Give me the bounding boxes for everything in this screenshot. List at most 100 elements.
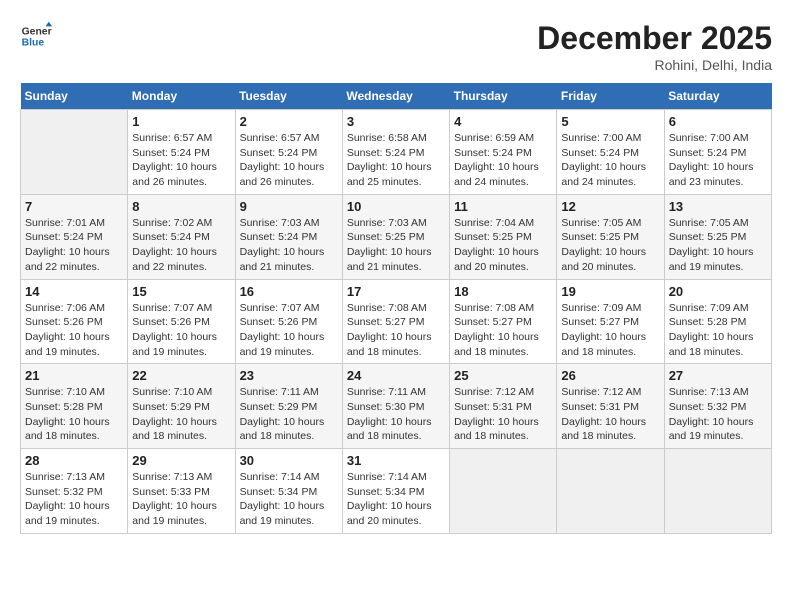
day-info: Sunrise: 7:07 AMSunset: 5:26 PMDaylight:… <box>240 301 338 360</box>
day-number: 24 <box>347 368 445 383</box>
day-number: 15 <box>132 284 230 299</box>
logo: General Blue <box>20 20 52 52</box>
calendar-cell: 29 Sunrise: 7:13 AMSunset: 5:33 PMDayligh… <box>128 449 235 534</box>
day-info: Sunrise: 7:09 AMSunset: 5:27 PMDaylight:… <box>561 301 659 360</box>
title-section: December 2025 Rohini, Delhi, India <box>537 20 772 73</box>
day-info: Sunrise: 7:10 AMSunset: 5:28 PMDaylight:… <box>25 385 123 444</box>
calendar-cell: 12Sunrise: 7:05 AMSunset: 5:25 PMDayligh… <box>557 194 664 279</box>
calendar-cell: 5 Sunrise: 7:00 AMSunset: 5:24 PMDaylight… <box>557 110 664 195</box>
day-info: Sunrise: 7:08 AMSunset: 5:27 PMDaylight:… <box>347 301 445 360</box>
calendar-week-5: 28 Sunrise: 7:13 AMSunset: 5:32 PMDayligh… <box>21 449 772 534</box>
calendar-cell: 25 Sunrise: 7:12 AMSunset: 5:31 PMDayligh… <box>450 364 557 449</box>
calendar-cell: 9Sunrise: 7:03 AMSunset: 5:24 PMDaylight… <box>235 194 342 279</box>
day-number: 25 <box>454 368 552 383</box>
calendar-cell: 8 Sunrise: 7:02 AMSunset: 5:24 PMDaylight… <box>128 194 235 279</box>
calendar-cell: 21 Sunrise: 7:10 AMSunset: 5:28 PMDayligh… <box>21 364 128 449</box>
calendar-header-row: Sunday Monday Tuesday Wednesday Thursday… <box>21 83 772 110</box>
day-info: Sunrise: 7:12 AMSunset: 5:31 PMDaylight:… <box>454 385 552 444</box>
day-info: Sunrise: 7:00 AMSunset: 5:24 PMDaylight:… <box>669 131 767 190</box>
calendar-cell: 30 Sunrise: 7:14 AMSunset: 5:34 PMDayligh… <box>235 449 342 534</box>
calendar-cell: 18Sunrise: 7:08 AMSunset: 5:27 PMDayligh… <box>450 279 557 364</box>
day-info: Sunrise: 7:14 AMSunset: 5:34 PMDaylight:… <box>240 470 338 529</box>
day-number: 5 <box>561 114 659 129</box>
calendar-cell: 17Sunrise: 7:08 AMSunset: 5:27 PMDayligh… <box>342 279 449 364</box>
day-number: 1 <box>132 114 230 129</box>
day-number: 21 <box>25 368 123 383</box>
calendar-week-2: 7Sunrise: 7:01 AMSunset: 5:24 PMDaylight… <box>21 194 772 279</box>
day-number: 26 <box>561 368 659 383</box>
day-number: 10 <box>347 199 445 214</box>
day-info: Sunrise: 7:10 AMSunset: 5:29 PMDaylight:… <box>132 385 230 444</box>
day-number: 8 <box>132 199 230 214</box>
day-number: 4 <box>454 114 552 129</box>
calendar-cell: 6 Sunrise: 7:00 AMSunset: 5:24 PMDaylight… <box>664 110 771 195</box>
day-info: Sunrise: 7:04 AMSunset: 5:25 PMDaylight:… <box>454 216 552 275</box>
calendar-cell: 15 Sunrise: 7:07 AMSunset: 5:26 PMDayligh… <box>128 279 235 364</box>
day-info: Sunrise: 7:11 AMSunset: 5:30 PMDaylight:… <box>347 385 445 444</box>
day-number: 29 <box>132 453 230 468</box>
day-info: Sunrise: 7:13 AMSunset: 5:32 PMDaylight:… <box>669 385 767 444</box>
calendar-cell: 26 Sunrise: 7:12 AMSunset: 5:31 PMDayligh… <box>557 364 664 449</box>
header-thursday: Thursday <box>450 83 557 110</box>
day-number: 19 <box>561 284 659 299</box>
day-info: Sunrise: 7:02 AMSunset: 5:24 PMDaylight:… <box>132 216 230 275</box>
calendar-cell: 2Sunrise: 6:57 AMSunset: 5:24 PMDaylight… <box>235 110 342 195</box>
calendar-cell: 13 Sunrise: 7:05 AMSunset: 5:25 PMDayligh… <box>664 194 771 279</box>
day-info: Sunrise: 7:12 AMSunset: 5:31 PMDaylight:… <box>561 385 659 444</box>
day-info: Sunrise: 7:00 AMSunset: 5:24 PMDaylight:… <box>561 131 659 190</box>
svg-text:Blue: Blue <box>22 38 45 49</box>
calendar-cell: 19 Sunrise: 7:09 AMSunset: 5:27 PMDayligh… <box>557 279 664 364</box>
day-info: Sunrise: 6:58 AMSunset: 5:24 PMDaylight:… <box>347 131 445 190</box>
calendar-cell: 14Sunrise: 7:06 AMSunset: 5:26 PMDayligh… <box>21 279 128 364</box>
calendar-cell: 7Sunrise: 7:01 AMSunset: 5:24 PMDaylight… <box>21 194 128 279</box>
day-info: Sunrise: 7:13 AMSunset: 5:32 PMDaylight:… <box>25 470 123 529</box>
header-monday: Monday <box>128 83 235 110</box>
day-number: 23 <box>240 368 338 383</box>
page-title: December 2025 <box>537 20 772 57</box>
calendar-cell: 4Sunrise: 6:59 AMSunset: 5:24 PMDaylight… <box>450 110 557 195</box>
page-header: General Blue December 2025 Rohini, Delhi… <box>20 20 772 73</box>
calendar-cell: 1 Sunrise: 6:57 AMSunset: 5:24 PMDaylight… <box>128 110 235 195</box>
calendar-cell <box>450 449 557 534</box>
day-number: 6 <box>669 114 767 129</box>
header-friday: Friday <box>557 83 664 110</box>
day-info: Sunrise: 7:13 AMSunset: 5:33 PMDaylight:… <box>132 470 230 529</box>
header-wednesday: Wednesday <box>342 83 449 110</box>
day-number: 28 <box>25 453 123 468</box>
day-info: Sunrise: 6:57 AMSunset: 5:24 PMDaylight:… <box>132 131 230 190</box>
calendar-cell: 22 Sunrise: 7:10 AMSunset: 5:29 PMDayligh… <box>128 364 235 449</box>
header-tuesday: Tuesday <box>235 83 342 110</box>
day-number: 30 <box>240 453 338 468</box>
header-saturday: Saturday <box>664 83 771 110</box>
calendar-cell: 11 Sunrise: 7:04 AMSunset: 5:25 PMDayligh… <box>450 194 557 279</box>
day-number: 18 <box>454 284 552 299</box>
svg-text:General: General <box>22 26 52 37</box>
calendar-cell <box>21 110 128 195</box>
day-info: Sunrise: 7:14 AMSunset: 5:34 PMDaylight:… <box>347 470 445 529</box>
day-number: 31 <box>347 453 445 468</box>
calendar-week-1: 1 Sunrise: 6:57 AMSunset: 5:24 PMDaylight… <box>21 110 772 195</box>
calendar-week-4: 21 Sunrise: 7:10 AMSunset: 5:28 PMDayligh… <box>21 364 772 449</box>
day-info: Sunrise: 7:05 AMSunset: 5:25 PMDaylight:… <box>669 216 767 275</box>
calendar-cell: 10 Sunrise: 7:03 AMSunset: 5:25 PMDayligh… <box>342 194 449 279</box>
day-info: Sunrise: 7:09 AMSunset: 5:28 PMDaylight:… <box>669 301 767 360</box>
day-number: 11 <box>454 199 552 214</box>
day-info: Sunrise: 7:05 AMSunset: 5:25 PMDaylight:… <box>561 216 659 275</box>
day-info: Sunrise: 7:03 AMSunset: 5:25 PMDaylight:… <box>347 216 445 275</box>
calendar-cell: 23 Sunrise: 7:11 AMSunset: 5:29 PMDayligh… <box>235 364 342 449</box>
day-number: 27 <box>669 368 767 383</box>
day-info: Sunrise: 7:07 AMSunset: 5:26 PMDaylight:… <box>132 301 230 360</box>
day-number: 3 <box>347 114 445 129</box>
day-number: 22 <box>132 368 230 383</box>
calendar-week-3: 14Sunrise: 7:06 AMSunset: 5:26 PMDayligh… <box>21 279 772 364</box>
day-number: 13 <box>669 199 767 214</box>
day-number: 16 <box>240 284 338 299</box>
calendar-cell <box>664 449 771 534</box>
calendar-cell: 27 Sunrise: 7:13 AMSunset: 5:32 PMDayligh… <box>664 364 771 449</box>
calendar-cell: 24 Sunrise: 7:11 AMSunset: 5:30 PMDayligh… <box>342 364 449 449</box>
calendar-cell: 31 Sunrise: 7:14 AMSunset: 5:34 PMDayligh… <box>342 449 449 534</box>
day-info: Sunrise: 7:03 AMSunset: 5:24 PMDaylight:… <box>240 216 338 275</box>
calendar-cell <box>557 449 664 534</box>
day-info: Sunrise: 7:11 AMSunset: 5:29 PMDaylight:… <box>240 385 338 444</box>
logo-icon: General Blue <box>20 20 52 52</box>
